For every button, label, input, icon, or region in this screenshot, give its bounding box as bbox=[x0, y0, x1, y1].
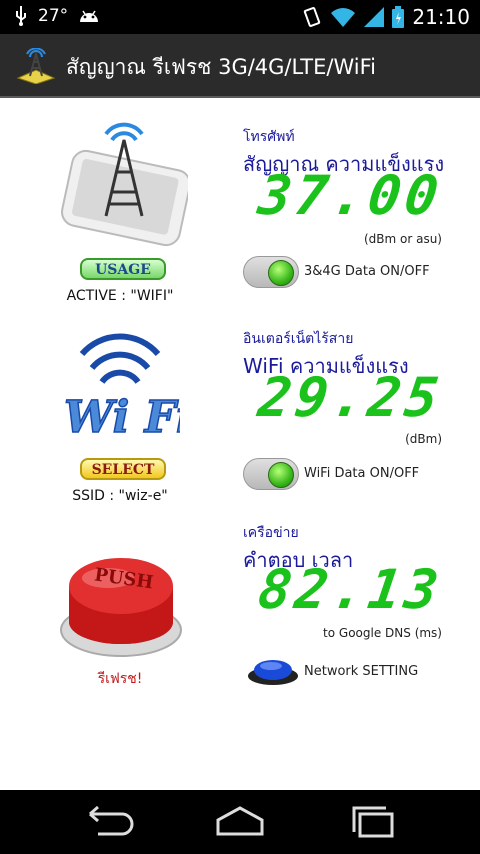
select-badge[interactable]: SELECT bbox=[80, 458, 166, 480]
toggle-knob bbox=[268, 462, 294, 488]
temperature-text: 27° bbox=[38, 6, 69, 26]
action-bar: สัญญาณ รีเฟรช 3G/4G/LTE/WiFi bbox=[0, 34, 480, 98]
toggle-knob bbox=[268, 260, 294, 286]
usb-icon bbox=[16, 6, 26, 26]
wifi-strength-value: 29.25 bbox=[255, 366, 447, 429]
clock-text: 21:10 bbox=[412, 5, 470, 29]
network-setting-button[interactable] bbox=[247, 656, 299, 686]
wifi-logo-icon: Wi Fi bbox=[63, 333, 180, 444]
phone-section-label: โทรศัพท์ bbox=[243, 129, 295, 145]
vibrate-icon bbox=[304, 7, 321, 27]
wifi-strength-unit: (dBm) bbox=[405, 432, 442, 446]
recent-apps-icon[interactable] bbox=[344, 804, 404, 840]
status-bar: 27° 21:10 bbox=[0, 0, 480, 34]
signal-strength-value: 37.00 bbox=[255, 164, 447, 227]
wifi-icon bbox=[331, 8, 356, 27]
push-refresh-button[interactable]: PUSH bbox=[58, 550, 184, 662]
wifi-data-toggle-label: WiFi Data ON/OFF bbox=[304, 466, 420, 481]
usage-badge[interactable]: USAGE bbox=[80, 258, 166, 280]
wifi-logo-text: Wi Fi bbox=[64, 392, 180, 443]
main-content: USAGE ACTIVE : "WIFI" โทรศัพท์ สัญญาณ คว… bbox=[0, 98, 480, 790]
signal-strength-unit: (dBm or asu) bbox=[363, 232, 442, 246]
home-icon[interactable] bbox=[210, 804, 270, 840]
android-icon bbox=[80, 10, 99, 22]
network-setting-label[interactable]: Network SETTING bbox=[304, 664, 418, 679]
app-title: สัญญาณ รีเฟรช 3G/4G/LTE/WiFi bbox=[66, 55, 377, 79]
battery-icon bbox=[392, 6, 405, 28]
mobile-data-toggle[interactable] bbox=[243, 256, 299, 288]
network-section-label: เครือข่าย bbox=[243, 525, 299, 541]
navigation-bar bbox=[0, 790, 480, 854]
back-icon[interactable] bbox=[76, 804, 136, 840]
wireless-section-label: อินเตอร์เน็ตไร้สาย bbox=[243, 331, 354, 347]
signal-tower-logo-icon[interactable] bbox=[16, 48, 56, 84]
refresh-text[interactable]: รีเฟรช! bbox=[0, 668, 240, 690]
active-connection-text: ACTIVE : "WIFI" bbox=[66, 288, 174, 304]
response-time-unit: to Google DNS (ms) bbox=[323, 626, 442, 640]
mobile-data-toggle-label: 3&4G Data ON/OFF bbox=[304, 264, 430, 279]
ssid-text: SSID : "wiz-e" bbox=[72, 488, 168, 504]
response-time-value: 82.13 bbox=[255, 558, 447, 621]
signal-icon bbox=[364, 7, 385, 27]
phone-tower-icon bbox=[61, 122, 188, 247]
wifi-data-toggle[interactable] bbox=[243, 458, 299, 490]
